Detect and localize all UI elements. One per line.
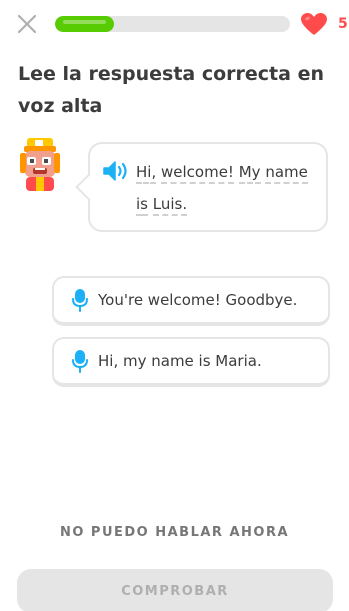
check-button[interactable]: COMPROBAR [17, 569, 333, 611]
answer-option-2[interactable]: Hi, my name is Maria. [52, 337, 330, 387]
prompt-sentence: Hi, welcome! My name is Luis. [136, 156, 322, 220]
prompt-word[interactable]: is [136, 195, 148, 216]
cant-speak-now-button[interactable]: NO PUEDO HABLAR AHORA [0, 525, 349, 540]
prompt-word[interactable]: welcome! [161, 163, 234, 184]
speech-bubble: Hi, welcome! My name is Luis. [75, 142, 328, 232]
speech-bubble-tail [75, 174, 101, 200]
answer-option-1[interactable]: You're welcome! Goodbye. [52, 276, 330, 326]
microphone-icon [72, 289, 88, 312]
speaker-icon [103, 161, 127, 181]
close-icon [17, 14, 37, 34]
hearts-indicator[interactable]: 5 [300, 12, 348, 36]
prompt-word[interactable]: My [238, 163, 261, 184]
character-avatar [18, 137, 64, 193]
prompt-word[interactable]: Hi, [136, 163, 157, 184]
play-audio-button[interactable] [102, 160, 132, 182]
hearts-count: 5 [338, 16, 348, 32]
lesson-progress-bar [55, 16, 290, 32]
answer-option-label: You're welcome! Goodbye. [98, 291, 298, 309]
progress-fill [55, 16, 114, 32]
luis-character-icon [20, 138, 60, 191]
prompt-word[interactable]: Luis. [152, 195, 188, 216]
answer-option-label: Hi, my name is Maria. [98, 352, 262, 370]
close-button[interactable] [16, 13, 38, 35]
page-title: Lee la respuesta correcta en voz alta [18, 63, 324, 117]
microphone-icon [72, 350, 88, 373]
prompt-word[interactable]: name [265, 163, 308, 184]
heart-icon [301, 13, 327, 35]
lesson-screen: 5 Lee la respuesta correcta en voz alta [0, 0, 349, 611]
